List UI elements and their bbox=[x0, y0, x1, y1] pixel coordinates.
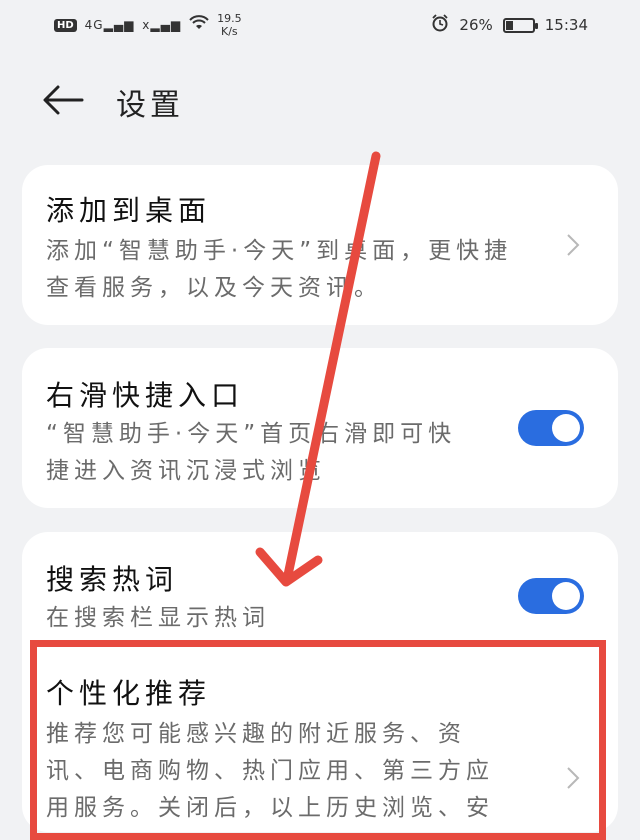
setting-title: 添加到桌面 bbox=[46, 194, 212, 227]
back-arrow-icon[interactable] bbox=[42, 84, 84, 116]
status-left: HD 4G▂▄▆ x▂▄▆ 19.5 K/s bbox=[54, 12, 242, 38]
setting-description: 在搜索栏显示热词 bbox=[46, 605, 270, 631]
clock-time: 15:34 bbox=[544, 16, 588, 34]
battery-percent: 26% bbox=[459, 16, 493, 34]
signal-2-icon: x▂▄▆ bbox=[142, 18, 182, 32]
network-speed: 19.5 K/s bbox=[217, 12, 242, 38]
signal-4g-icon: 4G▂▄▆ bbox=[84, 18, 135, 32]
search-hotwords-toggle[interactable] bbox=[518, 578, 584, 614]
setting-title: 搜索热词 bbox=[46, 563, 179, 596]
toggle-knob bbox=[552, 414, 580, 442]
status-right: 26% 15:34 bbox=[431, 14, 588, 36]
wifi-icon bbox=[189, 15, 209, 35]
status-bar: HD 4G▂▄▆ x▂▄▆ 19.5 K/s 26% 15:34 bbox=[0, 0, 640, 48]
page-title: 设置 bbox=[116, 88, 184, 123]
setting-swipe-right-entry: 右滑快捷入口 “智慧助手·今天”首页右滑即可快 捷进入资讯沉浸式浏览 bbox=[22, 348, 618, 508]
battery-charging-icon bbox=[502, 17, 538, 33]
alarm-clock-icon bbox=[431, 14, 449, 36]
setting-description: 添加“智慧助手·今天”到桌面，更快捷 查看服务，以及今天资讯。 bbox=[46, 238, 513, 301]
chevron-right-icon bbox=[567, 234, 580, 256]
app-header: 设置 bbox=[0, 70, 640, 130]
setting-title: 右滑快捷入口 bbox=[46, 379, 245, 412]
toggle-knob bbox=[552, 582, 580, 610]
setting-add-to-desktop[interactable]: 添加到桌面 添加“智慧助手·今天”到桌面，更快捷 查看服务，以及今天资讯。 bbox=[22, 165, 618, 325]
swipe-right-toggle[interactable] bbox=[518, 410, 584, 446]
setting-description: “智慧助手·今天”首页右滑即可快 捷进入资讯沉浸式浏览 bbox=[46, 421, 457, 484]
annotation-highlight-box bbox=[30, 640, 606, 840]
hd-badge: HD bbox=[54, 18, 77, 32]
